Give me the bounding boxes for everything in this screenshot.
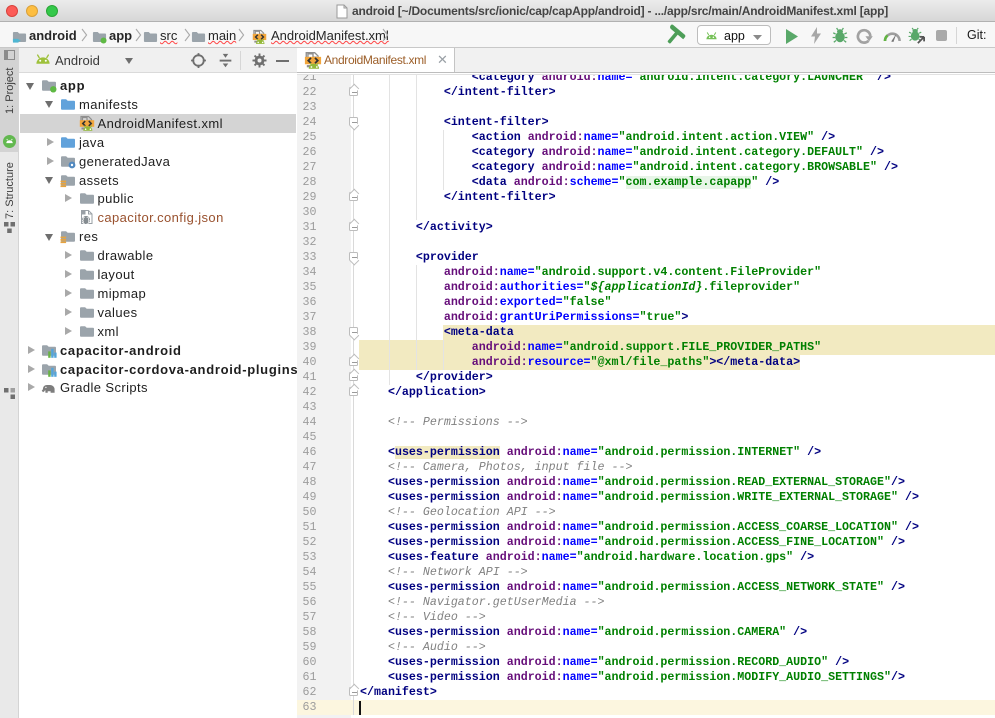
svg-text:{}: {} [81,218,91,226]
